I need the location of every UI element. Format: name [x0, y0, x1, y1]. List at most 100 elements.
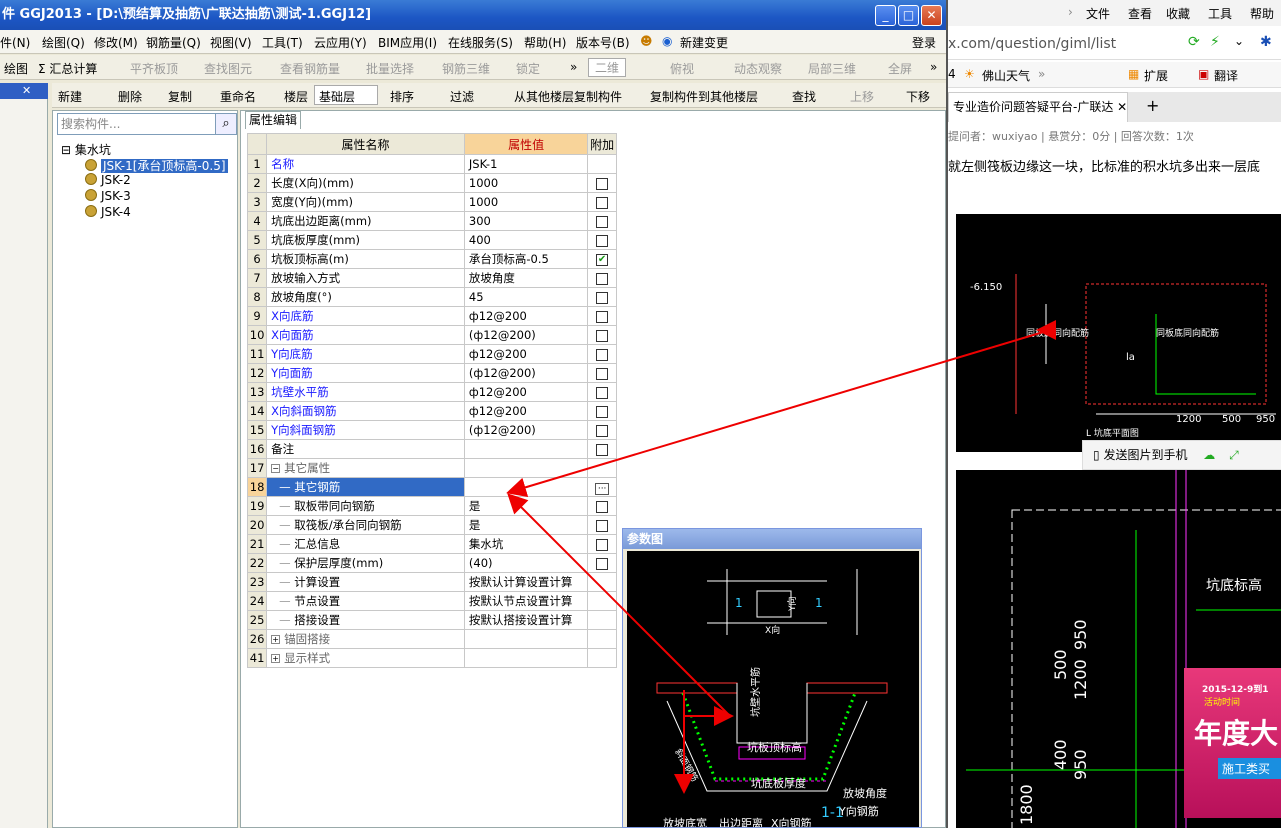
- property-value[interactable]: (ф12@200): [463, 420, 589, 440]
- expand-icon[interactable]: +: [271, 635, 281, 644]
- expand-icon[interactable]: +: [271, 654, 281, 663]
- property-row[interactable]: 8 放坡角度(°) 45: [246, 287, 617, 307]
- align-slab-top-button[interactable]: 平齐板顶: [130, 60, 178, 77]
- send-to-phone-bar[interactable]: ▯ 发送图片到手机 ☁ ⤢: [1082, 440, 1281, 470]
- maximize-button[interactable]: □: [898, 5, 919, 26]
- extra-checkbox[interactable]: [596, 196, 609, 209]
- paw-icon[interactable]: ✱: [1260, 34, 1272, 50]
- extra-checkbox[interactable]: [596, 557, 609, 570]
- search-icon[interactable]: ⌕: [215, 113, 237, 135]
- new-button[interactable]: 新建: [58, 88, 82, 105]
- property-value[interactable]: 承台顶标高-0.5: [463, 249, 589, 269]
- collapse-icon[interactable]: ⊟: [61, 143, 71, 157]
- property-value[interactable]: 按默认节点设置计算: [463, 591, 589, 611]
- extra-checkbox[interactable]: [596, 291, 609, 304]
- property-row[interactable]: 5 坑底板厚度(mm) 400: [246, 230, 617, 250]
- address-bar[interactable]: x.com/question/giml/list ⟳ ⚡ ⌄ ✱: [948, 28, 1281, 60]
- sort-button[interactable]: 排序: [390, 88, 414, 105]
- menu-file[interactable]: 件(N): [0, 34, 30, 51]
- view-mode-select[interactable]: 二维: [588, 58, 627, 77]
- property-row[interactable]: 7 放坡输入方式 放坡角度: [246, 268, 617, 288]
- ad-banner[interactable]: 2015-12-9到1 活动时间 年度大 施工类买: [1184, 668, 1281, 818]
- delete-button[interactable]: 删除: [118, 88, 142, 105]
- extra-checkbox[interactable]: [596, 538, 609, 551]
- dynamic-observe-button[interactable]: 动态观察: [734, 60, 782, 77]
- rename-button[interactable]: 重命名: [220, 88, 256, 105]
- property-row[interactable]: 9 X向底筋 ф12@200: [246, 306, 617, 326]
- view-rebar-qty-button[interactable]: 查看钢筋量: [280, 60, 340, 77]
- menu-draw[interactable]: 绘图(Q): [42, 34, 85, 51]
- summary-calc-button[interactable]: Σ 汇总计算: [38, 60, 97, 77]
- close-icon[interactable]: ✕: [1117, 100, 1127, 114]
- collapse-icon[interactable]: −: [271, 464, 281, 473]
- property-row[interactable]: 16 备注: [246, 439, 617, 459]
- search-input[interactable]: 搜索构件...: [57, 113, 217, 135]
- property-value[interactable]: [463, 458, 589, 478]
- menu-version[interactable]: 版本号(B): [576, 34, 630, 51]
- chevron-right-icon[interactable]: »: [570, 60, 577, 74]
- pin-icon[interactable]: ✕: [0, 83, 48, 99]
- property-value[interactable]: 按默认计算设置计算: [463, 572, 589, 592]
- find-element-button[interactable]: 查找图元: [204, 60, 252, 77]
- property-row[interactable]: 20— 取筏板/承台同向钢筋是: [246, 515, 617, 535]
- find-button[interactable]: 查找: [792, 88, 816, 105]
- extra-checkbox[interactable]: [596, 177, 609, 190]
- property-value[interactable]: JSK-1: [463, 154, 589, 174]
- property-value[interactable]: [463, 439, 589, 459]
- property-value[interactable]: 400: [463, 230, 589, 250]
- chevron-down-icon[interactable]: ⌄: [1234, 34, 1244, 48]
- property-row[interactable]: 10 X向面筋 (ф12@200): [246, 325, 617, 345]
- menu-tools[interactable]: 工具(T): [262, 34, 303, 51]
- property-row[interactable]: 15 Y向斜面钢筋 (ф12@200): [246, 420, 617, 440]
- property-row[interactable]: 13 坑壁水平筋 ф12@200: [246, 382, 617, 402]
- menu-new-change[interactable]: 新建变更: [680, 34, 728, 51]
- extra-checkbox[interactable]: [596, 519, 609, 532]
- browser-menu-file[interactable]: 文件: [1086, 5, 1110, 22]
- draw-button[interactable]: 绘图: [4, 60, 28, 77]
- property-value[interactable]: ф12@200: [463, 306, 589, 326]
- batch-select-button[interactable]: 批量选择: [366, 60, 414, 77]
- new-tab-button[interactable]: +: [1146, 96, 1159, 115]
- tree-item-jsk4[interactable]: JSK-4: [85, 205, 131, 219]
- property-value[interactable]: [463, 648, 589, 668]
- property-value[interactable]: [463, 477, 589, 497]
- cad-image-1[interactable]: -6.150 同板底同向配筋 同板底同向配筋 1200 500 950 la L…: [956, 214, 1281, 452]
- fav-weather[interactable]: 佛山天气: [982, 67, 1030, 84]
- property-row[interactable]: 17− 其它属性: [246, 458, 617, 478]
- menu-modify[interactable]: 修改(M): [94, 34, 138, 51]
- tree-item-jsk2[interactable]: JSK-2: [85, 173, 131, 187]
- fav-item[interactable]: 4: [948, 67, 956, 81]
- property-value[interactable]: 是: [463, 515, 589, 535]
- cloud-icon[interactable]: ☁: [1203, 448, 1215, 462]
- extra-checkbox[interactable]: [596, 310, 609, 323]
- property-row[interactable]: 21— 汇总信息 集水坑: [246, 534, 617, 554]
- chevron-right-icon[interactable]: ›: [1068, 5, 1073, 19]
- menu-bim[interactable]: BIM应用(I): [378, 34, 437, 51]
- extra-checkbox[interactable]: [596, 329, 609, 342]
- extra-checkbox[interactable]: [596, 405, 609, 418]
- browser-menu-tools[interactable]: 工具: [1208, 5, 1232, 22]
- property-row[interactable]: 6 坑板顶标高(m) 承台顶标高-0.5 ✔: [246, 249, 617, 269]
- property-row[interactable]: 26 + 锚固搭接: [246, 629, 617, 649]
- property-value[interactable]: 按默认搭接设置计算: [463, 610, 589, 630]
- browser-menu-help[interactable]: 帮助: [1250, 5, 1274, 22]
- extra-checkbox[interactable]: [596, 272, 609, 285]
- lightning-icon[interactable]: ⚡: [1210, 34, 1220, 50]
- extra-checkbox[interactable]: [596, 348, 609, 361]
- browser-tab[interactable]: 专业造价问题答疑平台-广联达 ✕: [948, 92, 1128, 122]
- property-value[interactable]: (ф12@200): [463, 363, 589, 383]
- copy-to-floor-button[interactable]: 复制构件到其他楼层: [650, 88, 758, 105]
- chevron-right-icon[interactable]: »: [1038, 67, 1045, 81]
- property-row[interactable]: 19— 取板带同向钢筋是: [246, 496, 617, 516]
- property-row[interactable]: 2 长度(X向)(mm) 1000: [246, 173, 617, 193]
- property-value[interactable]: [463, 629, 589, 649]
- menu-rebar-qty[interactable]: 钢筋量(Q): [146, 34, 201, 51]
- property-row[interactable]: 1 名称 JSK-1: [246, 154, 617, 174]
- property-value[interactable]: 1000: [463, 173, 589, 193]
- browser-menu-view[interactable]: 查看: [1128, 5, 1152, 22]
- menu-view[interactable]: 视图(V): [210, 34, 252, 51]
- property-value[interactable]: (40): [463, 553, 589, 573]
- tab-property-edit[interactable]: 属性编辑: [245, 111, 301, 129]
- property-row[interactable]: 18— 其它钢筋 ···: [246, 477, 617, 497]
- copy-button[interactable]: 复制: [168, 88, 192, 105]
